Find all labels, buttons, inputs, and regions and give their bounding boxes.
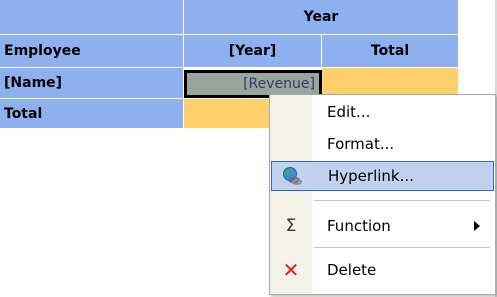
menu-item-hyperlink-label: Hyperlink... (328, 167, 414, 185)
total-column-label: Total (370, 43, 410, 59)
sigma-icon: Σ (285, 216, 297, 236)
name-cell-label: [Name] (4, 75, 63, 91)
menu-item-function[interactable]: Σ Function (271, 211, 494, 241)
menu-separator (314, 247, 490, 248)
menu-separator (314, 200, 490, 201)
menu-item-function-label: Function (327, 217, 391, 235)
total-row-label: Total (4, 105, 43, 122)
year-group-header[interactable]: Year (184, 0, 459, 35)
menu-item-edit-label: Edit... (327, 103, 371, 121)
menu-item-format[interactable]: Format... (271, 129, 494, 159)
menu-item-hyperlink[interactable]: Hyperlink... (271, 161, 494, 191)
total-column-header[interactable]: Total (322, 35, 459, 68)
submenu-arrow-icon (474, 221, 480, 231)
menu-item-delete-label: Delete (327, 261, 377, 279)
corner-cell (0, 0, 184, 35)
year-column-label: [Year] (228, 43, 277, 59)
year-group-label: Year (303, 9, 339, 25)
name-cell[interactable]: [Name] (0, 68, 184, 99)
employee-header[interactable]: Employee (0, 35, 184, 68)
revenue-cell-label: [Revenue] (243, 76, 315, 92)
year-column-header[interactable]: [Year] (184, 35, 322, 68)
menu-item-format-label: Format... (327, 135, 395, 153)
employee-header-label: Employee (4, 43, 81, 59)
context-menu: Edit... Format... Hyperlink... Σ Functio… (269, 94, 496, 295)
total-row-header[interactable]: Total (0, 99, 184, 129)
globe-link-icon (272, 166, 312, 186)
delete-x-icon: ✕ (282, 258, 300, 282)
menu-item-delete[interactable]: ✕ Delete (271, 255, 494, 285)
menu-item-edit[interactable]: Edit... (271, 97, 494, 127)
